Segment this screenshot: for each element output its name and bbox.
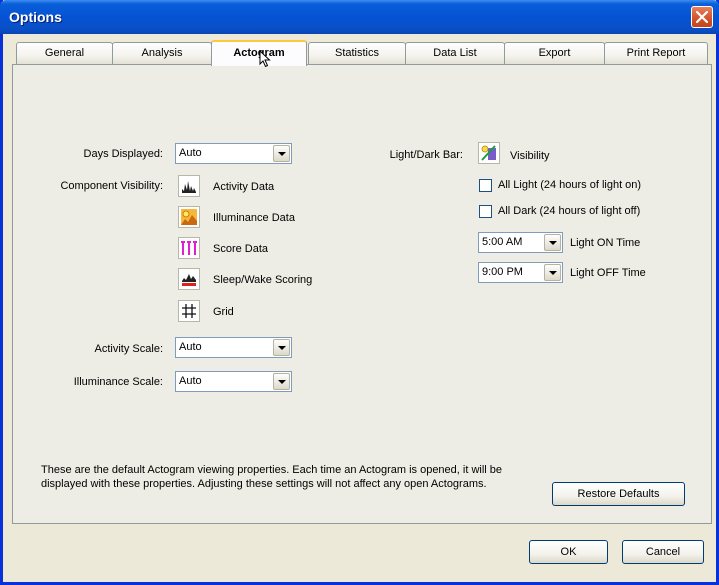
illuminance-data-toggle[interactable]: [178, 206, 200, 228]
chevron-down-icon[interactable]: [273, 373, 290, 390]
sleep-wake-scoring-label: Sleep/Wake Scoring: [213, 274, 313, 286]
mouse-cursor-icon: [259, 50, 271, 68]
actogram-panel: [12, 64, 712, 524]
illuminance-scale-select[interactable]: Auto: [175, 371, 292, 392]
window-title: Options: [9, 9, 62, 25]
sleep-wake-scoring-toggle[interactable]: [178, 268, 200, 290]
all-dark-checkbox[interactable]: [479, 205, 492, 218]
grid-label: Grid: [213, 306, 234, 318]
activity-scale-label: Activity Scale:: [94, 343, 163, 355]
component-visibility-label: Component Visibility:: [60, 180, 163, 192]
grid-icon: [182, 304, 196, 318]
all-light-checkbox[interactable]: [479, 179, 492, 192]
tab-print-report[interactable]: Print Report: [604, 42, 708, 64]
tab-analysis[interactable]: Analysis: [112, 42, 212, 64]
tab-export[interactable]: Export: [504, 42, 605, 64]
default-properties-description: These are the default Actogram viewing p…: [41, 464, 503, 490]
light-off-time-label: Light OFF Time: [570, 267, 646, 279]
light-off-time-select[interactable]: 9:00 PM: [478, 262, 563, 283]
close-icon: [696, 11, 708, 23]
close-button[interactable]: [691, 6, 713, 28]
all-light-label: All Light (24 hours of light on): [498, 179, 642, 191]
illuminance-data-icon: [181, 209, 197, 225]
days-displayed-select[interactable]: Auto: [175, 143, 292, 164]
grid-toggle[interactable]: [178, 300, 200, 322]
illuminance-scale-label: Illuminance Scale:: [73, 376, 163, 388]
tab-data-list[interactable]: Data List: [405, 42, 505, 64]
chevron-down-icon[interactable]: [273, 339, 290, 356]
activity-scale-select[interactable]: Auto: [175, 337, 292, 358]
activity-data-icon: [182, 181, 196, 193]
all-dark-label: All Dark (24 hours of light off): [498, 205, 641, 217]
score-data-label: Score Data: [213, 243, 269, 255]
options-dialog: Options General Analysis Actogram Statis…: [0, 0, 719, 585]
light-dark-bar-icon: [481, 145, 496, 161]
days-displayed-value: Auto: [179, 147, 202, 159]
chevron-down-icon[interactable]: [544, 264, 561, 281]
tab-strip: General Analysis Actogram Statistics Dat…: [12, 40, 711, 68]
light-on-time-select[interactable]: 5:00 AM: [478, 232, 563, 253]
ok-button[interactable]: OK: [529, 540, 608, 564]
light-dark-bar-label: Light/Dark Bar:: [389, 149, 463, 161]
light-on-time-value: 5:00 AM: [482, 236, 523, 248]
title-bar[interactable]: Options: [0, 0, 719, 34]
activity-data-label: Activity Data: [213, 181, 275, 193]
light-off-time-value: 9:00 PM: [482, 266, 523, 278]
light-on-time-label: Light ON Time: [570, 237, 641, 249]
cancel-button[interactable]: Cancel: [622, 540, 704, 564]
illuminance-data-label: Illuminance Data: [213, 212, 295, 224]
light-dark-bar-visibility-toggle[interactable]: [478, 142, 500, 164]
tab-general[interactable]: General: [16, 42, 113, 64]
illuminance-scale-value: Auto: [179, 375, 202, 387]
activity-scale-value: Auto: [179, 341, 202, 353]
chevron-down-icon[interactable]: [273, 145, 290, 162]
sleep-wake-scoring-icon: [182, 274, 196, 286]
tab-statistics[interactable]: Statistics: [308, 42, 406, 64]
restore-defaults-button[interactable]: Restore Defaults: [552, 482, 685, 506]
score-data-icon: [181, 241, 197, 255]
activity-data-toggle[interactable]: [178, 175, 200, 197]
score-data-toggle[interactable]: [178, 237, 200, 259]
chevron-down-icon[interactable]: [544, 234, 561, 251]
days-displayed-label: Days Displayed:: [83, 148, 163, 160]
visibility-label: Visibility: [510, 150, 550, 162]
